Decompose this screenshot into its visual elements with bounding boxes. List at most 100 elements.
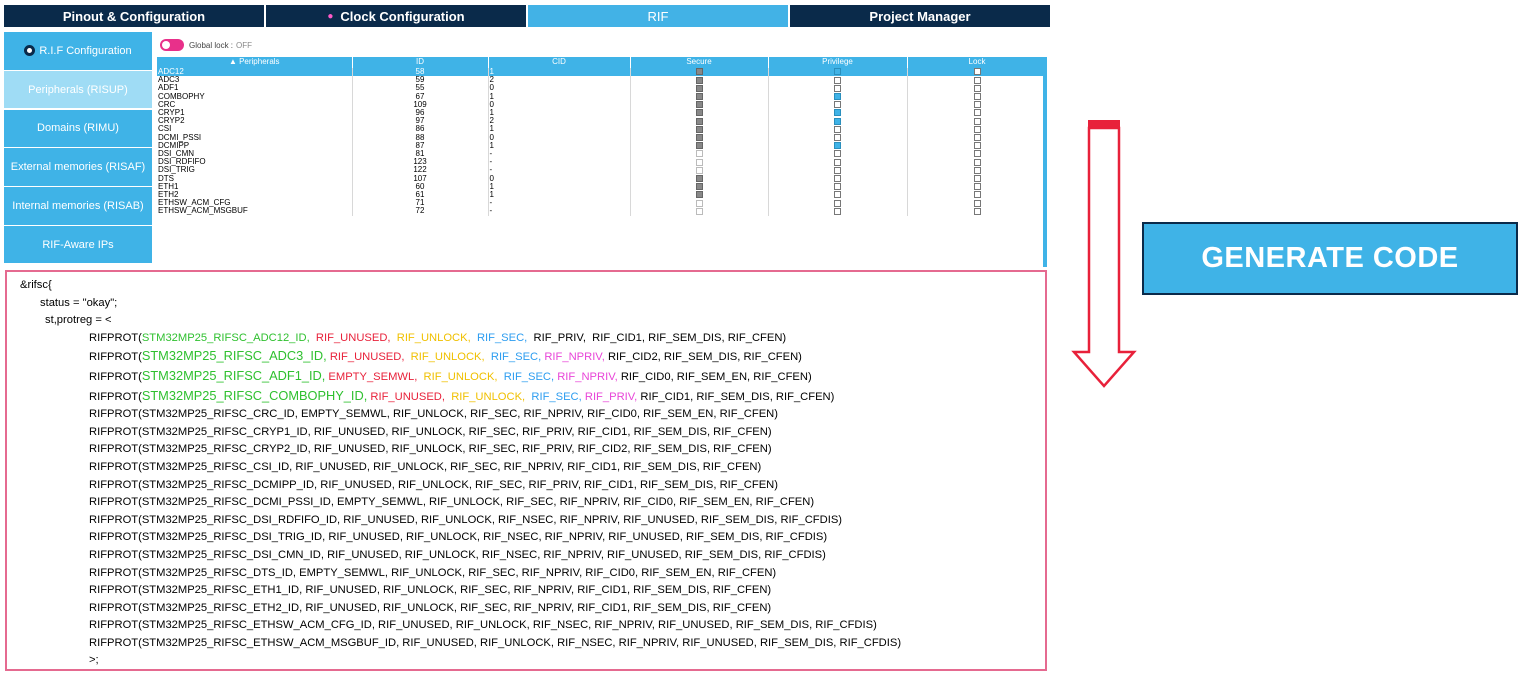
table-row[interactable]: COMBOPHY 67 1 (157, 92, 1043, 101)
lock-checkbox[interactable] (973, 191, 981, 199)
tab-pinout-configuration[interactable]: Pinout & Configuration (4, 5, 266, 27)
column-header-peripherals[interactable]: ▲ Peripherals (157, 57, 353, 68)
cell-cid: 1 (488, 182, 631, 192)
privilege-checkbox[interactable] (834, 125, 841, 133)
privilege-checkbox[interactable] (834, 166, 841, 174)
column-header-privilege[interactable]: Privilege (768, 57, 908, 68)
privilege-checkbox[interactable] (834, 109, 841, 117)
table-row[interactable]: DTS 107 0 (157, 174, 1043, 183)
sidebar-item-rif-aware-ips[interactable]: RIF-Aware IPs (4, 225, 152, 264)
table-row[interactable]: DSI_TRIG 122- (157, 166, 1043, 175)
secure-checkbox[interactable] (695, 191, 703, 199)
secure-checkbox[interactable] (695, 109, 703, 117)
top-tab-bar: Pinout & Configuration ● Clock Configurat… (4, 5, 1050, 27)
secure-checkbox[interactable] (695, 84, 703, 92)
table-row[interactable]: DSI_RDFIFO 123- (157, 158, 1043, 167)
lock-checkbox[interactable] (973, 150, 981, 158)
column-header-secure[interactable]: Secure (630, 57, 769, 68)
sidebar-item-rif-configuration[interactable]: R.I.F Configuration (4, 32, 152, 70)
table-row[interactable]: ETH1 60 1 (157, 182, 1043, 192)
column-header-lock[interactable]: Lock (907, 57, 1043, 68)
table-row[interactable]: ETHSW_ACM_CFG 71- (157, 199, 1043, 208)
lock-checkbox[interactable] (973, 109, 981, 117)
privilege-checkbox[interactable] (834, 134, 841, 142)
secure-checkbox[interactable] (695, 117, 703, 125)
lock-checkbox[interactable] (973, 84, 981, 92)
table-row[interactable]: CSI 86 1 (157, 125, 1043, 134)
lock-checkbox[interactable] (973, 117, 981, 125)
lock-checkbox[interactable] (973, 125, 981, 133)
lock-checkbox[interactable] (973, 166, 981, 174)
table-row[interactable]: DCMIPP 87 1 (157, 141, 1043, 151)
secure-checkbox[interactable] (695, 125, 703, 133)
lock-checkbox[interactable] (973, 68, 981, 76)
code-sec-field: RIF_SEC, (503, 370, 555, 383)
cell-peripheral: ADC12 (157, 68, 353, 77)
tab-clock-configuration[interactable]: ● Clock Configuration (266, 5, 528, 27)
table-row[interactable]: ADF1 55 0 (157, 84, 1043, 93)
secure-checkbox[interactable] (695, 76, 703, 84)
table-row[interactable]: CRYP1 96 1 (157, 109, 1043, 118)
lock-checkbox[interactable] (973, 183, 981, 191)
lock-checkbox[interactable] (973, 207, 981, 215)
column-header-id[interactable]: ID (352, 57, 489, 68)
cell-cid: - (488, 158, 631, 167)
secure-checkbox[interactable] (695, 150, 703, 158)
lock-checkbox[interactable] (973, 142, 981, 150)
secure-checkbox[interactable] (695, 158, 703, 166)
code-prefix: RIFPROT( (89, 390, 142, 403)
secure-checkbox[interactable] (695, 101, 703, 109)
privilege-checkbox[interactable] (834, 142, 841, 150)
privilege-checkbox[interactable] (834, 158, 841, 166)
lock-checkbox[interactable] (973, 101, 981, 109)
tab-rif[interactable]: RIF (528, 5, 790, 27)
privilege-checkbox[interactable] (834, 68, 841, 76)
table-row[interactable]: CRYP2 97 2 (157, 117, 1043, 126)
privilege-checkbox[interactable] (834, 199, 841, 207)
secure-checkbox[interactable] (695, 183, 703, 191)
privilege-checkbox[interactable] (834, 76, 841, 84)
table-row[interactable]: ETH2 61 1 (157, 191, 1043, 200)
table-row[interactable]: DSI_CMN 81- (157, 150, 1043, 159)
privilege-checkbox[interactable] (834, 93, 841, 100)
privilege-checkbox[interactable] (834, 207, 841, 215)
cell-secure (630, 68, 769, 77)
lock-checkbox[interactable] (973, 93, 981, 100)
table-header-row: ▲ Peripherals ID CID Secure Privilege Lo… (157, 57, 1043, 68)
secure-checkbox[interactable] (695, 207, 703, 215)
lock-checkbox[interactable] (973, 76, 981, 84)
privilege-checkbox[interactable] (834, 84, 841, 92)
secure-checkbox[interactable] (695, 134, 703, 142)
lock-checkbox[interactable] (973, 134, 981, 142)
generate-code-button[interactable]: GENERATE CODE (1142, 222, 1518, 295)
secure-checkbox[interactable] (695, 199, 703, 207)
global-lock-toggle[interactable] (160, 39, 184, 51)
lock-checkbox[interactable] (973, 199, 981, 207)
privilege-checkbox[interactable] (834, 117, 841, 125)
table-row[interactable]: ADC12 58 1 (157, 68, 1043, 77)
sidebar-item-label: RIF-Aware IPs (42, 238, 114, 251)
privilege-checkbox[interactable] (834, 175, 841, 183)
secure-checkbox[interactable] (695, 93, 703, 100)
privilege-checkbox[interactable] (834, 191, 841, 199)
secure-checkbox[interactable] (695, 68, 703, 76)
table-row[interactable]: CRC 109 0 (157, 100, 1043, 110)
code-id: STM32MP25_RIFSC_ADC3_ID, (141, 348, 327, 364)
privilege-checkbox[interactable] (834, 183, 841, 191)
table-row[interactable]: DCMI_PSSI 88 0 (157, 133, 1043, 142)
tab-project-manager[interactable]: Project Manager (790, 5, 1050, 27)
secure-checkbox[interactable] (695, 166, 703, 174)
lock-checkbox[interactable] (973, 158, 981, 166)
secure-checkbox[interactable] (695, 142, 703, 150)
lock-checkbox[interactable] (973, 175, 981, 183)
secure-checkbox[interactable] (695, 175, 703, 183)
sidebar-item-external-memories[interactable]: External memories (RISAF) (4, 148, 152, 186)
table-row[interactable]: ADC3 59 2 (157, 76, 1043, 85)
sidebar-item-peripherals[interactable]: Peripherals (RISUP) (4, 70, 152, 109)
privilege-checkbox[interactable] (834, 150, 841, 158)
privilege-checkbox[interactable] (834, 101, 841, 109)
sidebar-item-internal-memories[interactable]: Internal memories (RISAB) (4, 187, 152, 225)
table-row[interactable]: ETHSW_ACM_MSGBUF 72- (157, 207, 1043, 216)
sidebar-item-domains[interactable]: Domains (RIMU) (4, 109, 152, 148)
column-header-cid[interactable]: CID (488, 57, 631, 68)
